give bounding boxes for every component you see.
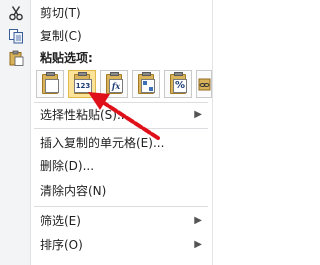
paste-formulas-label: fx	[109, 79, 123, 93]
paste-options-header: 粘贴选项:	[40, 51, 93, 65]
menu-separator	[34, 206, 208, 207]
paste-formatting-button[interactable]: %	[164, 70, 192, 98]
menu-separator	[34, 128, 208, 129]
menu-item-copy-label: 复制(C)	[40, 29, 82, 43]
menu-item-delete-label: 删除(D)...	[40, 159, 95, 173]
menu-item-clear-contents-label: 清除内容(N)	[40, 184, 107, 198]
submenu-arrow-icon: ▶	[194, 215, 202, 226]
paste-link-button[interactable]	[196, 70, 212, 98]
menu-item-sort[interactable]: 排序(O) ▶	[0, 234, 212, 256]
menu-item-filter[interactable]: 筛选(E) ▶	[0, 210, 212, 232]
submenu-arrow-icon: ▶	[194, 109, 202, 120]
menu-item-cut-label: 剪切(T)	[40, 6, 81, 20]
menu-item-paste-special[interactable]: 选择性粘贴(S)... ▶	[0, 104, 212, 126]
menu-item-clear-contents[interactable]: 清除内容(N)	[0, 180, 212, 202]
menu-item-copy[interactable]: 复制(C)	[0, 25, 212, 47]
context-menu: 剪切(T) 复制(C) 粘贴选项: 123 fx % 选择性粘贴(S)... ▶…	[0, 0, 213, 265]
menu-item-paste-special-label: 选择性粘贴(S)...	[40, 108, 129, 122]
link-icon	[198, 78, 211, 91]
scissors-icon	[9, 6, 23, 21]
paste-formulas-button[interactable]: fx	[100, 70, 128, 98]
transpose-icon	[141, 79, 155, 93]
menu-item-filter-label: 筛选(E)	[40, 214, 81, 228]
paste-values-label: 123	[74, 79, 92, 93]
copy-icon	[9, 29, 23, 44]
menu-separator	[34, 102, 208, 103]
paste-formatting-label: %	[173, 79, 187, 93]
paste-icon	[9, 50, 24, 66]
menu-item-insert-copied-cells[interactable]: 插入复制的单元格(E)...	[0, 132, 212, 154]
menu-item-sort-label: 排序(O)	[40, 238, 83, 252]
paste-options-row: 123 fx %	[36, 70, 212, 98]
paste-values-button[interactable]: 123	[68, 70, 96, 98]
menu-item-insert-copied-cells-label: 插入复制的单元格(E)...	[40, 136, 165, 150]
paste-default-button[interactable]	[36, 70, 64, 98]
menu-item-cut[interactable]: 剪切(T)	[0, 2, 212, 24]
menu-item-delete[interactable]: 删除(D)...	[0, 155, 212, 177]
paste-transpose-button[interactable]	[132, 70, 160, 98]
submenu-arrow-icon: ▶	[194, 239, 202, 250]
